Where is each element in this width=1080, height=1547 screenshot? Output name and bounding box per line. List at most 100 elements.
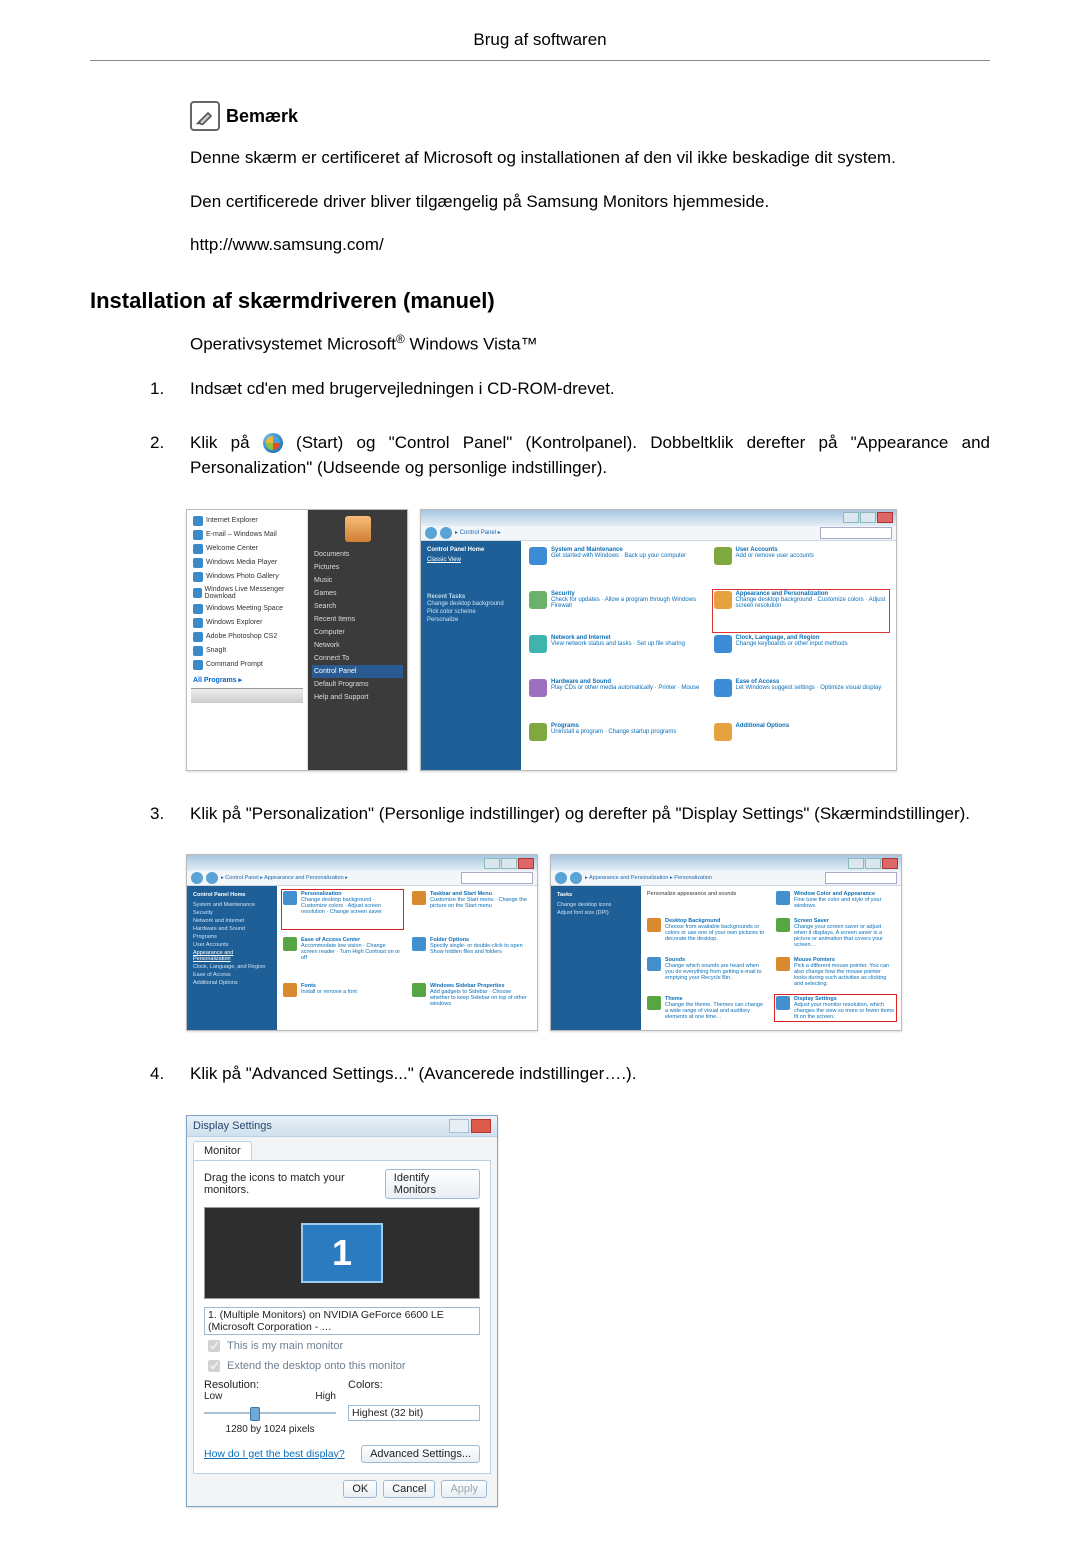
note-url[interactable]: http://www.samsung.com/	[190, 232, 980, 258]
sm-item[interactable]: Welcome Center	[206, 545, 258, 552]
side-link[interactable]: Hardware and Sound	[193, 925, 271, 933]
task-link[interactable]: Change desktop icons	[557, 901, 635, 909]
side-link[interactable]: Additional Options	[193, 979, 271, 987]
forward-icon[interactable]	[206, 872, 218, 884]
system-icon	[529, 547, 547, 565]
monitor-1-icon[interactable]: 1	[301, 1223, 383, 1283]
close-icon[interactable]	[882, 858, 898, 869]
sm-right-item[interactable]: Default Programs	[312, 678, 403, 691]
sm-right-item[interactable]: Recent Items	[312, 613, 403, 626]
search-input[interactable]	[820, 527, 892, 539]
pers-sub: Pick a different mouse pointer. You can …	[794, 963, 895, 987]
search-input[interactable]	[825, 872, 897, 884]
pers-sub: Choose from available backgrounds or col…	[665, 924, 766, 942]
close-icon[interactable]	[471, 1119, 491, 1133]
appearance-sub[interactable]: Customize the Start menu · Change the pi…	[430, 897, 531, 909]
close-icon[interactable]	[877, 512, 893, 523]
appearance-sub[interactable]: Install or remove a font	[301, 989, 357, 995]
sm-right-item[interactable]: Music	[312, 574, 403, 587]
resolution-slider[interactable]	[204, 1405, 336, 1421]
breadcrumb[interactable]: ▸ Appearance and Personalization ▸ Perso…	[585, 875, 712, 881]
minimize-icon[interactable]	[843, 512, 859, 523]
sm-item[interactable]: Windows Media Player	[206, 559, 277, 566]
step2-prefix: Klik på	[190, 433, 263, 452]
sm-right-control-panel[interactable]: Control Panel	[312, 665, 403, 678]
side-link[interactable]: Ease of Access	[193, 971, 271, 979]
sm-item[interactable]: Adobe Photoshop CS2	[206, 633, 277, 640]
task-link[interactable]: Adjust font size (DPI)	[557, 909, 635, 917]
sm-item[interactable]: Windows Live Messenger Download	[205, 586, 301, 600]
appearance-sub[interactable]: Add gadgets to Sidebar · Choose whether …	[430, 989, 531, 1007]
sm-item[interactable]: Internet Explorer	[206, 517, 258, 524]
search-input[interactable]	[461, 872, 533, 884]
maximize-icon[interactable]	[501, 858, 517, 869]
maximize-icon[interactable]	[860, 512, 876, 523]
all-programs[interactable]: All Programs	[193, 677, 237, 684]
cp-cat-sub[interactable]: Add or remove user accounts	[736, 553, 814, 559]
side-link[interactable]: Security	[193, 909, 271, 917]
sm-item[interactable]: Windows Meeting Space	[206, 605, 283, 612]
tab-monitor[interactable]: Monitor	[193, 1141, 252, 1160]
cp-recent-item[interactable]: Change desktop background	[427, 600, 515, 608]
cp-cat-sub[interactable]: Uninstall a program · Change startup pro…	[551, 729, 676, 735]
forward-icon[interactable]	[570, 872, 582, 884]
side-link[interactable]: Programs	[193, 933, 271, 941]
sm-item[interactable]: SnagIt	[206, 647, 226, 654]
sm-right-item[interactable]: Computer	[312, 626, 403, 639]
forward-icon[interactable]	[440, 527, 452, 539]
ok-button[interactable]: OK	[343, 1480, 377, 1498]
breadcrumb[interactable]: ▸ Control Panel ▸ Appearance and Persona…	[221, 875, 348, 881]
maximize-icon[interactable]	[865, 858, 881, 869]
close-icon[interactable]	[518, 858, 534, 869]
identify-monitors-button[interactable]: Identify Monitors	[385, 1169, 480, 1199]
side-link[interactable]: Network and Internet	[193, 917, 271, 925]
sm-right-item[interactable]: Games	[312, 587, 403, 600]
cp-cat-sub[interactable]: Play CDs or other media automatically · …	[551, 685, 699, 691]
how-best-display-link[interactable]: How do I get the best display?	[204, 1448, 345, 1460]
cp-cat-sub[interactable]: Let Windows suggest settings · Optimize …	[736, 685, 882, 691]
advanced-settings-button[interactable]: Advanced Settings...	[361, 1445, 480, 1463]
minimize-icon[interactable]	[848, 858, 864, 869]
appearance-sub[interactable]: Change desktop background · Customize co…	[301, 897, 402, 915]
cancel-button[interactable]: Cancel	[383, 1480, 435, 1498]
back-icon[interactable]	[555, 872, 567, 884]
device-select[interactable]: 1. (Multiple Monitors) on NVIDIA GeForce…	[204, 1307, 480, 1335]
cp-cat-sub[interactable]: Get started with Windows · Back up your …	[551, 553, 686, 559]
sm-right-item[interactable]: Documents	[312, 548, 403, 561]
cp-cat-sub[interactable]: View network status and tasks · Set up f…	[551, 641, 685, 647]
sm-item[interactable]: Command Prompt	[206, 661, 263, 668]
wmp-icon	[193, 558, 203, 568]
back-icon[interactable]	[425, 527, 437, 539]
side-link[interactable]: User Accounts	[193, 941, 271, 949]
pers-head: Personalize appearance and sounds	[647, 891, 766, 910]
cp-recent-item[interactable]: Personalize	[427, 616, 515, 624]
colors-select[interactable]: Highest (32 bit)	[348, 1405, 480, 1421]
breadcrumb[interactable]: ▸ Control Panel ▸	[455, 529, 501, 536]
ie-icon	[193, 516, 203, 526]
sm-right-item[interactable]: Search	[312, 600, 403, 613]
sm-item[interactable]: Windows Explorer	[206, 619, 262, 626]
sm-item[interactable]: Windows Photo Gallery	[206, 573, 279, 580]
sm-right-item[interactable]: Help and Support	[312, 691, 403, 704]
cp-cat-sub[interactable]: Change desktop background · Customize co…	[736, 597, 889, 609]
sm-right-item[interactable]: Network	[312, 639, 403, 652]
appearance-sub[interactable]: Specify single- or double-click to open …	[430, 943, 531, 955]
minimize-icon[interactable]	[449, 1119, 469, 1133]
start-search[interactable]	[191, 688, 303, 703]
side-link[interactable]: Clock, Language, and Region	[193, 963, 271, 971]
appearance-sub[interactable]: Accommodate low vision · Change screen r…	[301, 943, 402, 961]
minimize-icon[interactable]	[484, 858, 500, 869]
cp-cat-link[interactable]: Additional Options	[736, 723, 790, 729]
cp-classic-view[interactable]: Classic View	[427, 556, 515, 564]
sm-right-item[interactable]: Connect To	[312, 652, 403, 665]
cp-cat-sub[interactable]: Change keyboards or other input methods	[736, 641, 848, 647]
monitor-layout-area[interactable]: 1	[204, 1207, 480, 1299]
sm-right-item[interactable]: Pictures	[312, 561, 403, 574]
side-link-appearance[interactable]: Appearance and Personalization	[193, 949, 271, 963]
cp-recent-item[interactable]: Pick color scheme	[427, 608, 515, 616]
sm-item[interactable]: E-mail – Windows Mail	[206, 531, 277, 538]
cp-cat-sub[interactable]: Check for updates · Allow a program thro…	[551, 597, 704, 609]
resolution-label: Resolution:	[204, 1379, 336, 1391]
back-icon[interactable]	[191, 872, 203, 884]
side-link[interactable]: System and Maintenance	[193, 901, 271, 909]
